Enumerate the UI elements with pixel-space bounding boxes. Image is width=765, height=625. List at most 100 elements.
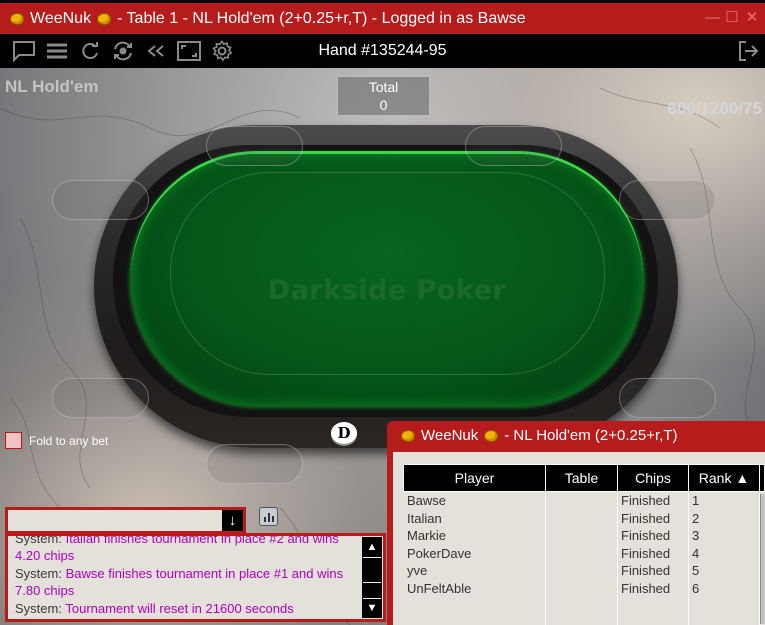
toolbar-icons [0,37,238,65]
tournament-lobby-window: WeeNuk - NL Hold'em (2+0.25+r,T) Player … [387,421,765,625]
column-header-chips[interactable]: Chips [618,465,689,491]
cell-chips: Finished [621,580,671,596]
cell-player: Bawse [407,493,447,508]
chat-log: System: Italian finishes tournament in p… [5,533,386,622]
exit-icon[interactable] [737,40,759,62]
fullscreen-icon[interactable] [172,37,205,65]
pot-label: Total [368,79,399,95]
chat-scrollbar[interactable]: ▲ ▼ [362,537,382,618]
lobby-title-text: - NL Hold'em (2+0.25+r,T) [504,427,678,444]
fold-to-any-bet-label: Fold to any bet [29,433,109,448]
table-row[interactable]: Bawse Finished 1 [403,492,765,510]
cell-chips: Finished [621,493,671,508]
column-header-player[interactable]: Player [404,465,546,491]
title-text: - Table 1 - NL Hold'em (2+0.25+r,T) - Lo… [117,9,526,27]
refresh-icon[interactable] [73,37,106,65]
scroll-track-divider [363,557,381,558]
chat-send-button[interactable]: ↓ [222,510,243,531]
cell-table [545,545,617,563]
standings-header: Player Table Chips Rank ▲ [403,464,765,492]
chat-input-container: ↓ [5,507,246,534]
table-row[interactable]: UnFeltAble Finished 6 [403,580,765,598]
seat-empty[interactable] [619,180,716,220]
standings-table: Player Table Chips Rank ▲ Bawse Finished… [403,464,765,625]
seat-empty[interactable] [52,180,149,220]
menu-icon[interactable] [40,37,73,65]
window-controls: — ☐ ✕ [705,10,759,26]
cell-table [545,562,617,580]
table-logo: Darkside Poker [267,275,507,306]
chat-message: System: Tournament will reset in 21600 s… [15,600,355,617]
pot-total: Total 0 [337,76,430,116]
scroll-up-icon[interactable]: ▲ [363,538,381,556]
pot-value: 0 [379,97,388,113]
chat-input[interactable] [8,510,222,531]
cell-rank: 1 [692,493,700,508]
game-name: NL Hold'em [5,77,99,96]
coin-icon [97,12,112,25]
cell-chips: Finished [621,510,671,526]
chat-message-prefix: System: [15,600,62,616]
cell-player: Italian [407,510,442,526]
cell-table [545,527,617,545]
cell-rank: 6 [692,580,700,596]
close-icon[interactable]: ✕ [745,10,759,26]
chat-message-text: Italian finishes tournament in place #2 … [15,533,339,564]
cell-rank: 4 [692,545,700,561]
cell-player: UnFeltAble [407,580,472,596]
table-row[interactable]: Markie Finished 3 [403,527,765,545]
coin-icon [10,12,24,25]
rewind-icon[interactable] [139,37,172,65]
fold-to-any-bet-checkbox[interactable] [5,432,22,449]
seat-empty[interactable] [206,444,303,484]
table-row[interactable]: Italian Finished 2 [403,510,765,528]
cell-rank: 2 [692,510,700,526]
seat-empty[interactable] [465,126,562,166]
chat-message-prefix: System: [15,565,62,581]
betting-line [170,172,605,375]
chat-message: System: Italian finishes tournament in p… [15,533,355,565]
scroll-thumb[interactable] [363,582,381,599]
seat-empty[interactable] [52,378,149,418]
title-player: WeeNuk [30,9,92,27]
cell-table [545,580,617,598]
scroll-down-icon[interactable]: ▼ [363,599,381,617]
blinds-level: 600/1200/75 [667,99,762,118]
seat-empty[interactable] [619,378,716,418]
chat-message-prefix: System: [15,533,62,546]
window-titlebar: WeeNuk - Table 1 - NL Hold'em (2+0.25+r,… [0,0,765,36]
cell-rank: 3 [692,528,700,543]
coin-icon [484,429,499,442]
cell-player: yve [407,563,428,578]
cell-rank: 5 [692,563,700,578]
cell-chips: Finished [621,563,671,578]
cell-chips: Finished [621,528,671,543]
dealer-button: D [331,422,357,444]
standings-body: Bawse Finished 1 Italian Finished 2 Mark… [403,492,765,625]
fold-to-any-bet-option[interactable]: Fold to any bet [5,432,108,449]
cell-chips: Finished [621,545,671,561]
chat-messages: System: Italian finishes tournament in p… [15,533,355,617]
titlebar-bar[interactable]: WeeNuk - Table 1 - NL Hold'em (2+0.25+r,… [0,3,765,34]
cell-player: PokerDave [407,545,472,561]
cell-player: Markie [407,528,447,543]
stats-chart-icon[interactable] [259,507,278,526]
table-row[interactable]: PokerDave Finished 4 [403,545,765,563]
toolbar: Hand #135244-95 [0,34,765,68]
chat-message-text: Bawse finishes tournament in place #1 an… [15,565,344,599]
maximize-icon[interactable]: ☐ [725,10,739,26]
settings-icon[interactable] [205,37,238,65]
seat-empty[interactable] [206,126,303,166]
chat-icon[interactable] [7,37,40,65]
cell-table [545,492,617,510]
table-row[interactable]: yve Finished 5 [403,562,765,580]
lobby-title[interactable]: WeeNuk - NL Hold'em (2+0.25+r,T) [399,427,677,444]
column-header-table[interactable]: Table [546,465,618,491]
rebuy-cycle-icon[interactable] [106,37,139,65]
chat-message-text: Tournament will reset in 21600 seconds [65,600,294,616]
lobby-title-player: WeeNuk [421,427,479,444]
standings-scrollbar[interactable] [760,494,765,624]
minimize-icon[interactable]: — [705,10,720,26]
chat-message: System: Bawse finishes tournament in pla… [15,565,355,600]
column-header-rank[interactable]: Rank ▲ [689,465,760,491]
